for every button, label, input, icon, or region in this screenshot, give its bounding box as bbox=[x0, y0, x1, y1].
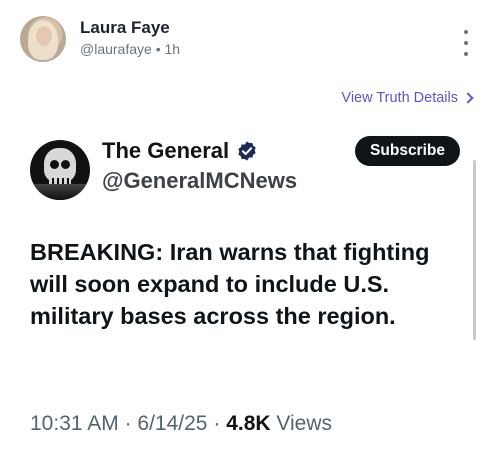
author-name[interactable]: Laura Faye bbox=[80, 18, 170, 38]
embed-name-row: The General bbox=[102, 138, 258, 164]
stats-separator: · bbox=[213, 412, 221, 435]
more-vertical-icon bbox=[464, 41, 468, 45]
embed-post-text: BREAKING: Iran warns that fighting will … bbox=[30, 239, 430, 329]
embed-avatar[interactable] bbox=[30, 140, 90, 200]
embed-author-name[interactable]: The General bbox=[102, 138, 229, 164]
embedded-post[interactable]: The General @GeneralMCNews Subscribe BRE… bbox=[30, 134, 470, 454]
verified-badge-icon bbox=[238, 141, 256, 161]
skull-eye-left bbox=[50, 160, 59, 169]
details-link-label: View Truth Details bbox=[341, 90, 458, 106]
post-time: 1h bbox=[164, 41, 181, 57]
views-label: Views bbox=[276, 412, 333, 435]
meta-separator: • bbox=[155, 41, 161, 57]
vertical-scrollbar[interactable] bbox=[473, 160, 476, 340]
avatar-face-shape bbox=[36, 26, 52, 46]
view-truth-details-link[interactable]: View Truth Details bbox=[341, 90, 474, 106]
skull-eye-right bbox=[61, 160, 70, 169]
author-handle[interactable]: @laurafaye bbox=[80, 41, 152, 57]
author-avatar[interactable] bbox=[20, 16, 66, 62]
author-meta: @laurafaye • 1h bbox=[80, 41, 180, 57]
skull-logo-icon bbox=[44, 148, 76, 182]
avatar-shadow bbox=[30, 184, 90, 200]
embed-post-time: 10:31 AM bbox=[30, 412, 119, 435]
subscribe-button[interactable]: Subscribe bbox=[355, 136, 460, 166]
more-vertical-icon bbox=[464, 30, 468, 34]
more-vertical-icon bbox=[464, 52, 468, 56]
more-options-button[interactable] bbox=[460, 30, 472, 56]
views-count: 4.8K bbox=[226, 412, 271, 435]
stats-separator: · bbox=[124, 412, 132, 435]
post-header: Laura Faye @laurafaye • 1h bbox=[20, 16, 480, 68]
chevron-right-icon bbox=[462, 92, 474, 104]
embed-post-stats: 10:31 AM · 6/14/25 · 4.8K Views bbox=[30, 412, 332, 436]
embed-post-date: 6/14/25 bbox=[137, 412, 208, 435]
embed-author-handle[interactable]: @GeneralMCNews bbox=[102, 168, 297, 194]
